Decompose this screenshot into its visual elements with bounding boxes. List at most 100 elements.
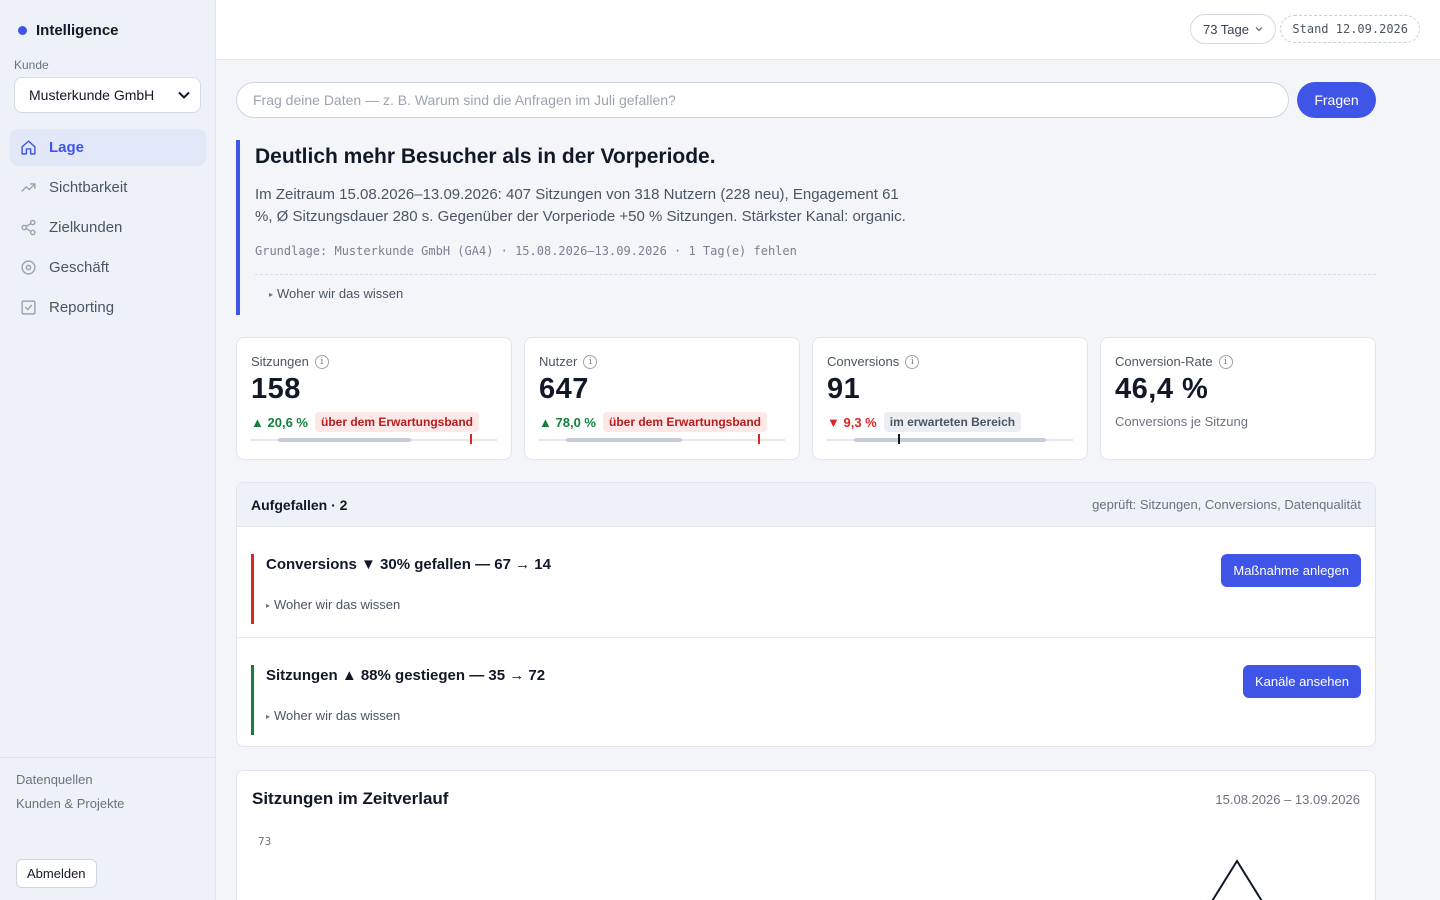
findings-header: Aufgefallen · 2 geprüft: Sitzungen, Conv… — [237, 483, 1375, 527]
triangle-right-icon: ▸ — [266, 601, 271, 610]
sidebar-item-label: Sichtbarkeit — [49, 179, 128, 196]
kpi-delta: ▲ 20,6 % — [251, 415, 308, 430]
data-stand-badge: Stand 12.09.2026 — [1280, 15, 1420, 43]
kpi-delta-row: ▲ 20,6 % über dem Erwartungsband — [251, 412, 497, 432]
sidebar-item-zielkunden[interactable]: Zielkunden — [10, 209, 206, 246]
sessions-line-chart: 73 — [258, 835, 1263, 900]
logout-button[interactable]: Abmelden — [16, 859, 97, 888]
status-badge: im erwarteten Bereich — [883, 412, 1022, 432]
headline-summary: Deutlich mehr Besucher als in der Vorper… — [236, 140, 1376, 315]
findings-meta: geprüft: Sitzungen, Conversions, Datenqu… — [1092, 497, 1361, 512]
kunde-select[interactable]: Musterkunde GmbH — [14, 77, 201, 113]
kpi-card-conversions: Conversions i 91 ▼ 9,3 % im erwarteten Be… — [812, 337, 1088, 460]
kpi-card-conversion-rate: Conversion-Rate i 46,4 % Conversions je S… — [1100, 337, 1376, 460]
triangle-right-icon: ▸ — [269, 290, 274, 299]
findings-panel: Aufgefallen · 2 geprüft: Sitzungen, Conv… — [236, 482, 1376, 747]
arrow-up-icon: ▲ — [251, 414, 264, 430]
kpi-delta-value: 9,3 % — [843, 414, 877, 430]
info-icon[interactable]: i — [905, 354, 920, 369]
band-range — [566, 438, 682, 442]
headline-basis: Grundlage: Musterkunde GmbH (GA4) · 15.0… — [255, 244, 797, 258]
band-marker — [898, 434, 901, 444]
home-icon — [21, 140, 36, 155]
sidebar-item-label: Reporting — [49, 299, 115, 316]
kpi-label: Conversions i — [827, 354, 1073, 369]
brand: Intelligence — [18, 22, 119, 39]
kpi-card-nutzer: Nutzer i 647 ▲ 78,0 % über dem Erwartungs… — [524, 337, 800, 460]
sidebar-item-label: Zielkunden — [49, 219, 123, 236]
ask-button[interactable]: Fragen — [1297, 82, 1376, 118]
period-value: 73 Tage — [1202, 21, 1249, 37]
kpi-label-text: Sitzungen — [251, 354, 309, 369]
status-badge: über dem Erwartungsband — [314, 412, 480, 432]
sidebar-item-label: Lage — [49, 139, 85, 156]
trending-up-icon — [21, 183, 36, 192]
sidebar: Intelligence Kunde Musterkunde GmbH Lage… — [0, 0, 216, 900]
triangle-right-icon: ▸ — [266, 712, 271, 721]
brand-dot-icon — [18, 26, 27, 35]
finding-item: Conversions ▼ 30% gefallen — 67 → 14 ▸ Wo… — [237, 527, 1375, 638]
expectation-band — [539, 434, 785, 446]
chevron-down-icon — [178, 91, 190, 99]
kpi-label: Conversion-Rate i — [1115, 354, 1361, 369]
sidebar-item-geschaeft[interactable]: Geschäft — [10, 249, 206, 286]
finding-text: Conversions ▼ 30% gefallen — 67 → 14 — [266, 556, 551, 573]
ask-input-placeholder: Frag deine Daten — z. B. Warum sind die … — [253, 92, 676, 108]
kpi-subtitle: Conversions je Sitzung — [1115, 414, 1248, 429]
kpi-value: 158 — [251, 373, 301, 405]
band-range — [854, 438, 1046, 442]
finding-text: Sitzungen ▲ 88% gestiegen — 35 → 72 — [266, 667, 546, 684]
kunde-label: Kunde — [14, 58, 49, 72]
link-kunden-projekte[interactable]: Kunden & Projekte — [16, 796, 200, 811]
kpi-label: Nutzer i — [539, 354, 785, 369]
sidebar-item-sichtbarkeit[interactable]: Sichtbarkeit — [10, 169, 206, 206]
kanaele-ansehen-button[interactable]: Kanäle ansehen — [1243, 665, 1361, 698]
kpi-value: 46,4 % — [1115, 373, 1209, 405]
kpi-delta-row: ▲ 78,0 % über dem Erwartungsband — [539, 412, 785, 432]
kpi-label-text: Nutzer — [539, 354, 578, 369]
band-marker — [469, 434, 472, 444]
headline-why-toggle[interactable]: ▸ Woher wir das wissen — [269, 286, 1376, 301]
band-range — [278, 438, 411, 442]
sidebar-nav: Lage Sichtbarkeit Zielkunden Geschäft Re… — [10, 129, 206, 329]
band-marker — [757, 434, 760, 444]
sessions-chart-card: Sitzungen im Zeitverlauf 15.08.2026 – 13… — [236, 770, 1376, 900]
expectation-band — [827, 434, 1073, 446]
sessions-series-line — [1211, 859, 1263, 900]
findings-title: Aufgefallen · 2 — [251, 496, 348, 513]
status-badge: über dem Erwartungsband — [602, 412, 768, 432]
y-tick-label: 73 — [258, 835, 271, 848]
expectation-band — [251, 434, 497, 446]
kpi-delta: ▼ 9,3 % — [827, 415, 877, 430]
why-label: Woher wir das wissen — [274, 597, 401, 612]
finding-accent-bar — [251, 554, 254, 624]
headline-text: Im Zeitraum 15.08.2026–13.09.2026: 407 S… — [255, 186, 906, 225]
kunde-select-value: Musterkunde GmbH — [29, 87, 155, 103]
info-icon[interactable]: i — [1218, 354, 1233, 369]
kpi-delta-value: 20,6 % — [267, 414, 308, 430]
kpi-card-sitzungen: Sitzungen i 158 ▲ 20,6 % über dem Erwartu… — [236, 337, 512, 460]
headline-title: Deutlich mehr Besucher als in der Vorper… — [255, 145, 716, 168]
period-dropdown[interactable]: 73 Tage — [1189, 14, 1276, 44]
share-icon — [21, 219, 36, 236]
why-label: Woher wir das wissen — [274, 708, 401, 723]
link-datenquellen[interactable]: Datenquellen — [16, 772, 200, 787]
kpi-label: Sitzungen i — [251, 354, 497, 369]
finding-item: Sitzungen ▲ 88% gestiegen — 35 → 72 ▸ Woh… — [237, 638, 1375, 746]
massnahme-anlegen-button[interactable]: Maßnahme anlegen — [1221, 554, 1361, 587]
topbar: 73 Tage Stand 12.09.2026 — [216, 0, 1440, 60]
sidebar-item-reporting[interactable]: Reporting — [10, 289, 206, 326]
info-icon[interactable]: i — [583, 354, 598, 369]
sidebar-footer: Datenquellen Kunden & Projekte — [0, 757, 216, 834]
finding-why-toggle[interactable]: ▸ Woher wir das wissen — [266, 708, 400, 723]
target-icon — [21, 260, 36, 275]
ask-input[interactable]: Frag deine Daten — z. B. Warum sind die … — [236, 82, 1289, 118]
sidebar-item-label: Geschäft — [49, 259, 110, 276]
kpi-value: 647 — [539, 373, 589, 405]
kpi-delta-value: 78,0 % — [555, 414, 596, 430]
why-label: Woher wir das wissen — [277, 286, 404, 301]
sidebar-item-lage[interactable]: Lage — [10, 129, 206, 166]
info-icon[interactable]: i — [314, 354, 329, 369]
finding-why-toggle[interactable]: ▸ Woher wir das wissen — [266, 597, 400, 612]
kpi-value: 91 — [827, 373, 861, 405]
